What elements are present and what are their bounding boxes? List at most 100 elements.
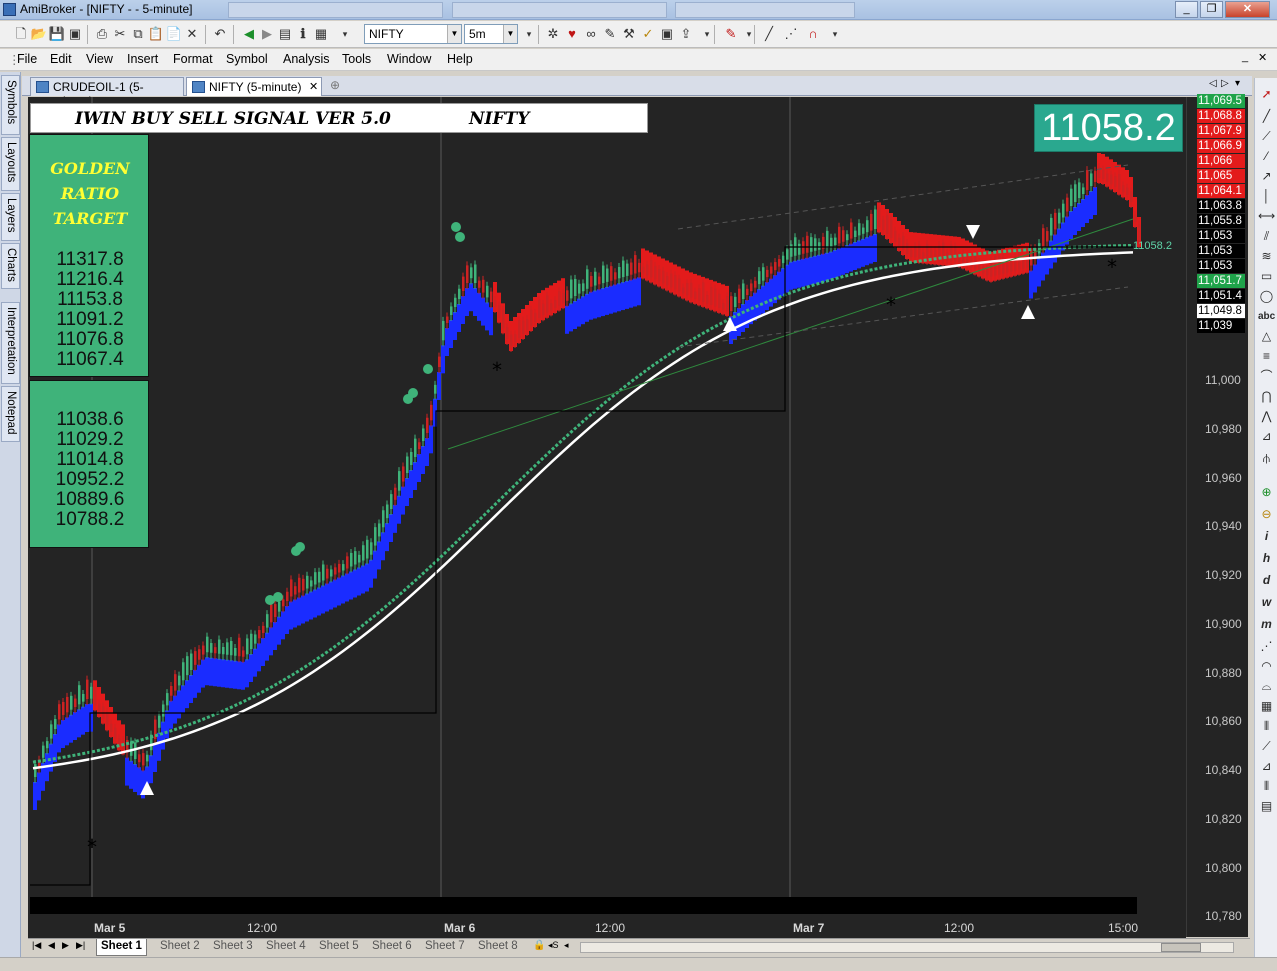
side-tab-symbols[interactable]: Symbols (1, 75, 20, 135)
chevron-down-icon[interactable]: ▼ (447, 25, 461, 43)
background-window-tab[interactable] (228, 2, 443, 18)
forward-icon[interactable]: ▶ (258, 25, 276, 43)
dotted-line-icon[interactable]: ⋰ (782, 25, 800, 43)
channel-icon[interactable]: ⫽ (1258, 228, 1275, 245)
toolbar-overflow-icon[interactable]: ▾ (520, 25, 538, 43)
paste-icon[interactable]: 📋 (147, 25, 165, 43)
sheet-tab-6[interactable]: Sheet 6 (368, 939, 416, 956)
tab-crudeoil[interactable]: CRUDEOIL-1 (5-minute) (30, 77, 184, 108)
info-icon[interactable]: ℹ (294, 25, 312, 43)
spiral-icon[interactable]: ◠ (1258, 658, 1275, 675)
sheet-tab-4[interactable]: Sheet 4 (262, 939, 310, 956)
pitchfork-icon[interactable]: ⫛ (1258, 450, 1275, 467)
side-tab-layers[interactable]: Layers (1, 193, 20, 241)
open-icon[interactable]: 📂 (30, 25, 48, 43)
italic-h-icon[interactable]: h (1258, 550, 1275, 567)
sheet-prev-icon[interactable]: ◀ (48, 940, 55, 951)
sheet-tab-7[interactable]: Sheet 7 (421, 939, 469, 956)
rectangle-icon[interactable]: ▭ (1258, 268, 1275, 285)
back-icon[interactable]: ◀ (240, 25, 258, 43)
pen-dropdown-icon[interactable]: ▾ (740, 25, 758, 43)
chart-canvas[interactable]: * * * * (28, 97, 1186, 937)
toolbar-overflow-icon[interactable]: ▾ (826, 25, 844, 43)
menu-format[interactable]: Format (173, 52, 213, 66)
bars-icon[interactable]: ⦀ (1258, 778, 1275, 795)
horizontal-line-icon[interactable]: ⟷ (1258, 208, 1275, 225)
italic-d-icon[interactable]: d (1258, 572, 1275, 589)
text-tool-icon[interactable]: abc (1258, 308, 1275, 325)
paste-special-icon[interactable]: 📄 (165, 25, 183, 43)
line-tool-icon[interactable]: ╱ (760, 25, 778, 43)
copy-icon[interactable]: ⧉ (129, 25, 147, 43)
sheet-tab-5[interactable]: Sheet 5 (315, 939, 363, 956)
menu-symbol[interactable]: Symbol (226, 52, 268, 66)
vertical-line-icon[interactable]: │ (1258, 188, 1275, 205)
cycle-icon[interactable]: ⋂ (1258, 388, 1275, 405)
background-window-tab[interactable] (675, 2, 855, 18)
menu-help[interactable]: Help (447, 52, 473, 66)
trade-icon[interactable]: ✓ (639, 25, 657, 43)
time-zones-icon[interactable]: ⦀ (1258, 718, 1275, 735)
menu-insert[interactable]: Insert (127, 52, 158, 66)
zoom-in-icon[interactable]: ⊕ (1258, 484, 1275, 501)
italic-w-icon[interactable]: w (1258, 594, 1275, 611)
italic-m-icon[interactable]: m (1258, 616, 1275, 633)
gann-icon[interactable]: ⊿ (1258, 428, 1275, 445)
tab-nifty[interactable]: NIFTY (5-minute) ✕ (186, 77, 322, 96)
select-cursor-icon[interactable]: ➚ (1258, 86, 1275, 103)
regression-icon[interactable]: ⊿ (1258, 758, 1275, 775)
menu-window[interactable]: Window (387, 52, 431, 66)
tab-scroll-right-icon[interactable]: ▷ (1221, 78, 1229, 89)
restore-button[interactable]: ❐ (1200, 1, 1223, 18)
save-icon[interactable]: 💾 (48, 25, 66, 43)
scan-icon[interactable]: ▣ (658, 25, 676, 43)
tab-list-icon[interactable]: ▾ (1235, 78, 1240, 89)
menu-tools[interactable]: Tools (342, 52, 371, 66)
sheet-tab-2[interactable]: Sheet 2 (156, 939, 204, 956)
fibonacci-icon[interactable]: ≡ (1258, 348, 1275, 365)
save-all-icon[interactable]: ▣ (66, 25, 84, 43)
undo-icon[interactable]: ↶ (211, 25, 229, 43)
edit-chart-icon[interactable]: ▦ (312, 25, 330, 43)
side-tab-interpretation[interactable]: Interpretation (1, 302, 20, 384)
sheet-tab-3[interactable]: Sheet 3 (209, 939, 257, 956)
menu-close-icon[interactable]: ✕ (1258, 51, 1267, 64)
ray-icon[interactable]: ⟋ (1258, 128, 1275, 145)
scrollbar-thumb[interactable] (1161, 943, 1201, 952)
close-button[interactable]: ✕ (1225, 1, 1270, 18)
toolbar-overflow-icon[interactable]: ▾ (336, 25, 354, 43)
new-tab-icon[interactable]: ⊕ (330, 78, 340, 92)
magnet-icon[interactable]: ∩ (804, 25, 822, 43)
menu-minimize-icon[interactable]: _ (1242, 51, 1248, 63)
minimize-button[interactable]: _ (1175, 1, 1198, 18)
eraser-icon[interactable]: ▤ (1258, 798, 1275, 815)
fan-icon[interactable]: ⋰ (1258, 638, 1275, 655)
zigzag-icon[interactable]: ⋀ (1258, 408, 1275, 425)
export-icon[interactable]: ⇪ (677, 25, 695, 43)
sheet-next-icon[interactable]: ▶ (62, 940, 69, 951)
menu-edit[interactable]: Edit (50, 52, 72, 66)
sheet-sync-icon[interactable]: ◂S (548, 940, 559, 951)
extended-line-icon[interactable]: ⁄ (1258, 148, 1275, 165)
candle-icon[interactable]: ✲ (544, 25, 562, 43)
interval-combo[interactable]: 5m ▼ (464, 24, 518, 44)
pen-color-icon[interactable]: ✎ (722, 25, 740, 43)
cut-icon[interactable]: ✂ (111, 25, 129, 43)
zoom-out-icon[interactable]: ⊖ (1258, 506, 1275, 523)
triangle-icon[interactable]: △ (1258, 328, 1275, 345)
report-icon[interactable]: ✎ (601, 25, 619, 43)
new-icon[interactable]: 🗋 (12, 25, 30, 43)
sheet-more-icon[interactable]: ◂ (564, 940, 569, 951)
chevron-down-icon[interactable]: ▼ (503, 25, 517, 43)
sheet-tab-1[interactable]: Sheet 1 (96, 939, 147, 956)
sheet-last-icon[interactable]: ▶| (76, 940, 85, 951)
italic-i-icon[interactable]: i (1258, 528, 1275, 545)
grid-icon[interactable]: ▦ (1258, 698, 1275, 715)
sheet-first-icon[interactable]: |◀ (32, 940, 41, 951)
heart-icon[interactable]: ♥ (563, 25, 581, 43)
side-tab-layouts[interactable]: Layouts (1, 137, 20, 191)
browse-icon[interactable]: ▤ (276, 25, 294, 43)
y-axis[interactable]: 11,000 10,980 10,960 10,940 10,920 10,90… (1186, 94, 1248, 937)
arc-lines-icon[interactable]: ⌓ (1258, 678, 1275, 695)
side-tab-notepad[interactable]: Notepad (1, 386, 20, 442)
